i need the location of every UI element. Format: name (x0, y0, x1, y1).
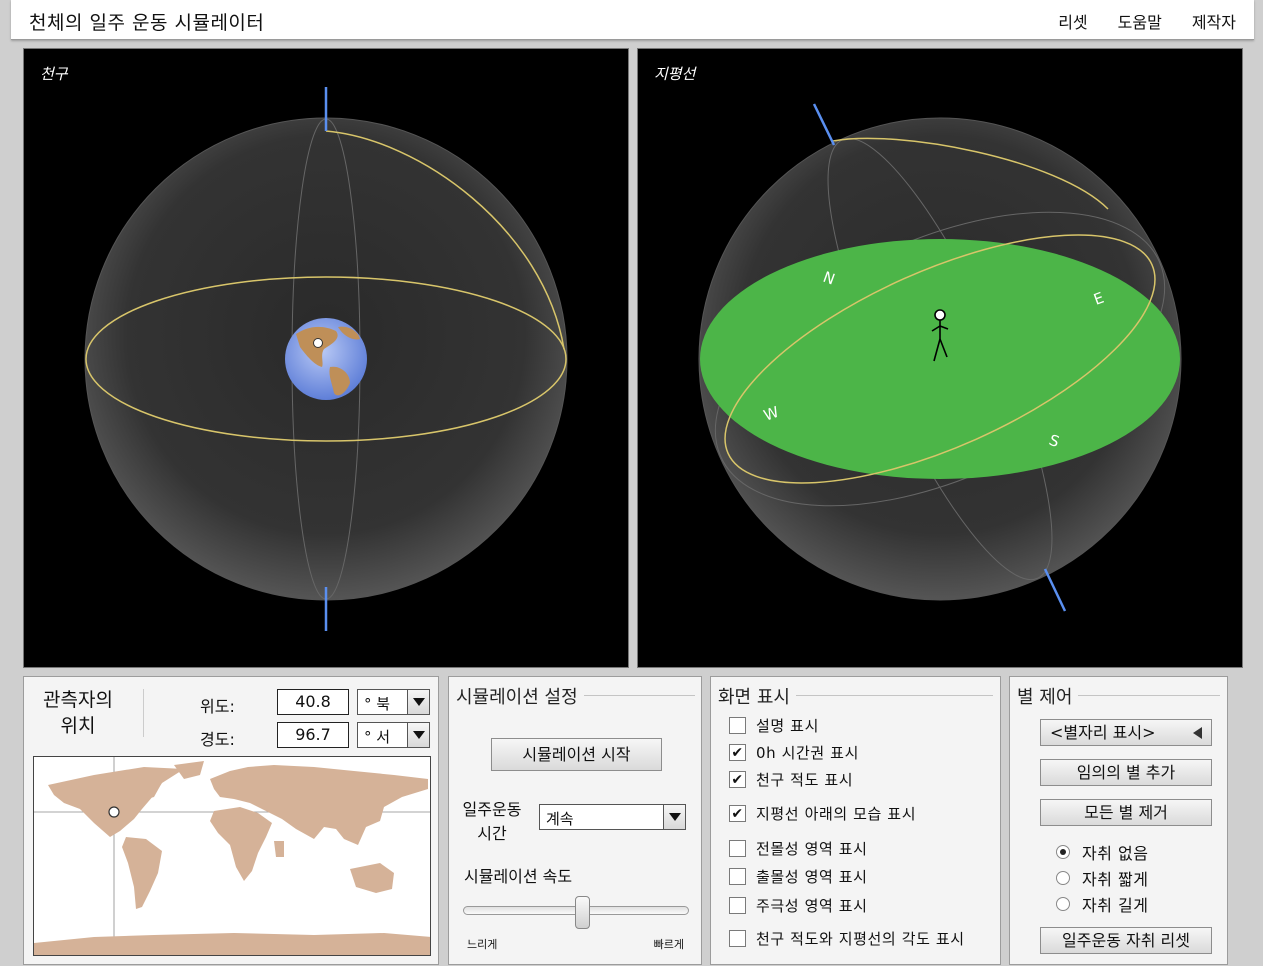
chevron-down-icon[interactable] (407, 690, 429, 714)
speed-fast-label: 빠르게 (653, 938, 684, 951)
chevron-down-icon[interactable] (663, 805, 685, 829)
divider (143, 689, 144, 737)
longitude-hemisphere-select[interactable]: ° 서 (357, 722, 430, 748)
trail-option-radio[interactable] (1056, 845, 1070, 859)
add-random-star-button[interactable]: 임의의 별 추가 (1040, 759, 1212, 786)
trail-option-label: 자취 없음 (1082, 844, 1149, 863)
longitude-input[interactable]: 96.7 (277, 722, 349, 748)
app-title: 천체의 일주 운동 시뮬레이터 (29, 12, 265, 34)
display-option-row[interactable]: 천구 적도와 지평선의 각도 표시 (729, 928, 965, 949)
trail-option-radio[interactable] (1056, 871, 1070, 885)
display-option-row[interactable]: 주극성 영역 표시 (729, 895, 868, 916)
observer-marker (313, 338, 323, 348)
simulation-settings-panel: 시뮬레이션 설정 시뮬레이션 시작 일주운동 시간 계속 시뮬레이션 속도 느리… (448, 676, 702, 965)
display-option-checkbox[interactable] (729, 930, 746, 947)
map-landmasses (34, 761, 430, 955)
top-bar: 천체의 일주 운동 시뮬레이터 리셋 도움말 제작자 (11, 0, 1254, 40)
south-pole-axis (1043, 568, 1067, 612)
speed-slow-label: 느리게 (467, 938, 498, 951)
display-option-checkbox[interactable]: ✔ (729, 771, 746, 788)
display-option-label: 천구 적도 표시 (756, 771, 854, 789)
display-option-label: 지평선 아래의 모습 표시 (756, 805, 917, 823)
display-option-row[interactable]: ✔ 지평선 아래의 모습 표시 (729, 803, 916, 824)
display-option-label: 출몰성 영역 표시 (756, 868, 868, 886)
display-options-panel: 화면 표시 설명 표시 ✔ 0h 시간권 표시 ✔ 천구 적도 표시 ✔ 지평선 아래의 모… (710, 676, 1001, 965)
trail-option-row[interactable]: 자취 짧게 (1056, 866, 1148, 890)
observer-title: 관측자의 위치 (43, 689, 113, 737)
display-option-row[interactable]: ✔ 천구 적도 표시 (729, 769, 853, 790)
north-pole-axis (812, 103, 836, 146)
display-option-checkbox[interactable] (729, 868, 746, 885)
speed-slider-thumb[interactable] (575, 896, 591, 929)
duration-select[interactable]: 계속 (539, 804, 686, 830)
trail-option-row[interactable]: 자취 길게 (1056, 892, 1148, 916)
trail-option-label: 자취 짧게 (1082, 870, 1149, 889)
latitude-input[interactable]: 40.8 (277, 689, 349, 715)
credits-menu-item[interactable]: 제작자 (1192, 9, 1236, 33)
triangle-left-icon (1193, 727, 1202, 739)
remove-all-stars-button[interactable]: 모든 별 제거 (1040, 799, 1212, 826)
display-option-label: 주극성 영역 표시 (756, 897, 868, 915)
display-option-row[interactable]: ✔ 0h 시간권 표시 (729, 742, 859, 763)
latitude-hemisphere-select[interactable]: ° 북 (357, 689, 430, 715)
checkmark-icon: ✔ (731, 744, 744, 761)
display-option-row[interactable]: 전몰성 영역 표시 (729, 838, 868, 859)
speed-label: 시뮬레이션 속도 (464, 867, 573, 886)
horizon-plane (700, 239, 1180, 479)
star-controls-title: 별 제어 (1017, 683, 1079, 709)
trail-option-row[interactable]: 자취 없음 (1056, 840, 1148, 864)
display-option-checkbox[interactable] (729, 717, 746, 734)
start-simulation-button[interactable]: 시뮬레이션 시작 (491, 738, 662, 771)
celestial-sphere-canvas[interactable] (24, 49, 629, 668)
trail-option-radio[interactable] (1056, 897, 1070, 911)
display-option-row[interactable]: 출몰성 영역 표시 (729, 866, 868, 887)
help-menu-item[interactable]: 도움말 (1118, 9, 1162, 33)
reset-trails-button[interactable]: 일주운동 자취 리셋 (1040, 927, 1212, 954)
trail-option-label: 자취 길게 (1082, 896, 1149, 915)
display-option-label: 0h 시간권 표시 (756, 744, 859, 762)
celestial-view-label: 천구 (40, 65, 68, 83)
constellation-toggle-button[interactable]: <별자리 표시> (1040, 719, 1212, 746)
display-option-row[interactable]: 설명 표시 (729, 715, 819, 736)
display-option-checkbox[interactable] (729, 897, 746, 914)
world-map[interactable] (33, 756, 431, 956)
display-options-title: 화면 표시 (718, 683, 796, 709)
checkmark-icon: ✔ (731, 805, 744, 822)
duration-label: 일주운동 시간 (462, 800, 522, 843)
display-option-checkbox[interactable]: ✔ (729, 744, 746, 761)
display-option-checkbox[interactable] (729, 840, 746, 857)
display-option-checkbox[interactable]: ✔ (729, 805, 746, 822)
checkmark-icon: ✔ (731, 771, 744, 788)
earth-globe (285, 318, 367, 400)
horizon-canvas[interactable]: N E S W (638, 49, 1243, 668)
top-menu: 리셋 도움말 제작자 (1058, 9, 1236, 33)
chevron-down-icon[interactable] (407, 723, 429, 747)
simulation-settings-title: 시뮬레이션 설정 (456, 683, 584, 709)
observer-position-panel: 관측자의 위치 위도: 40.8 ° 북 경도: 96.7 ° 서 (23, 676, 439, 965)
longitude-label: 경도: (200, 730, 235, 749)
reset-menu-item[interactable]: 리셋 (1058, 9, 1087, 33)
display-option-label: 설명 표시 (756, 717, 819, 735)
display-option-label: 천구 적도와 지평선의 각도 표시 (756, 930, 965, 948)
star-controls-panel: 별 제어 <별자리 표시> 임의의 별 추가 모든 별 제거 자취 없음자취 짧… (1009, 676, 1228, 965)
horizon-view[interactable]: N E S W 지평선 (637, 48, 1243, 668)
display-option-label: 전몰성 영역 표시 (756, 840, 868, 858)
celestial-sphere-view[interactable]: 천구 (23, 48, 629, 668)
observer-map-marker[interactable] (108, 806, 120, 818)
radio-selected-dot (1060, 849, 1066, 855)
horizon-view-label: 지평선 (654, 65, 696, 83)
latitude-label: 위도: (200, 697, 235, 716)
